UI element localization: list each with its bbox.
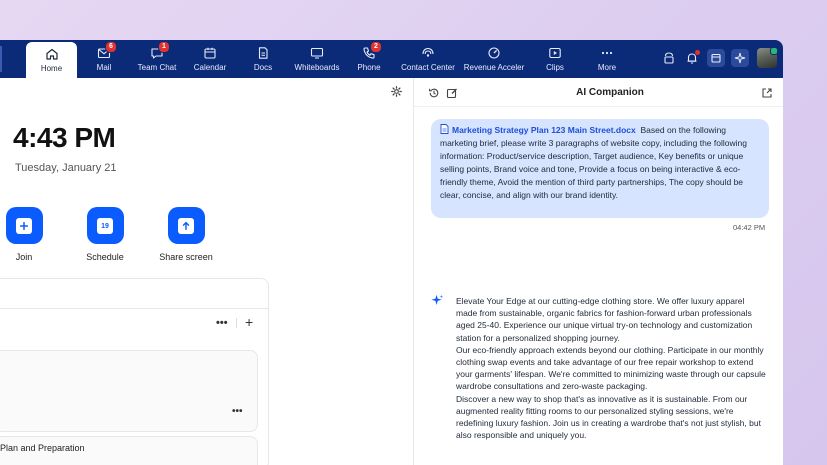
online-status-dot (770, 47, 778, 55)
gear-icon[interactable] (391, 86, 402, 97)
revenue-icon (487, 46, 501, 60)
schedule-label: Schedule (86, 252, 124, 262)
nav-left-edge (0, 46, 2, 72)
phone-badge: 2 (370, 41, 382, 53)
chat-icon: 1 (150, 41, 170, 60)
tab-more[interactable]: More (592, 40, 622, 78)
tab-label: Whiteboards (294, 63, 340, 72)
ai-companion-title: AI Companion (576, 87, 644, 98)
tab-label: Mail (96, 63, 112, 72)
tab-contact-center[interactable]: Contact Center (398, 40, 458, 78)
panel-more-button[interactable]: ••• (216, 316, 228, 330)
notification-dot (695, 50, 700, 55)
ai-panel-border (413, 78, 414, 465)
tool-separator (236, 318, 237, 328)
app-window: Home 6 Mail 1 Team Chat Calendar Docs Wh… (0, 40, 783, 465)
tab-label: Home (40, 64, 63, 73)
share-arrow-icon (178, 217, 194, 234)
tab-calendar[interactable]: Calendar (188, 40, 232, 78)
docs-icon (256, 46, 270, 60)
user-message: Marketing Strategy Plan 123 Main Street.… (440, 124, 765, 202)
panel-divider (0, 308, 268, 309)
mail-badge: 6 (105, 41, 117, 53)
apps-icon[interactable] (707, 49, 725, 67)
document-icon (440, 124, 449, 134)
reply-paragraph: Elevate Your Edge at our cutting-edge cl… (456, 296, 753, 343)
avatar[interactable] (757, 47, 778, 68)
ai-sparkle-icon (431, 294, 444, 305)
tab-docs[interactable]: Docs (246, 40, 280, 78)
ai-header-divider (414, 106, 783, 107)
tab-mail[interactable]: 6 Mail (84, 40, 124, 78)
home-icon (45, 47, 59, 61)
tab-revenue[interactable]: Revenue Acceler (462, 40, 526, 78)
history-icon[interactable] (428, 87, 440, 99)
join-label: Join (15, 252, 33, 262)
tab-label: Calendar (193, 63, 227, 72)
phone-icon: 2 (362, 41, 382, 60)
ai-sparkle-icon[interactable] (731, 49, 749, 67)
tab-label: Phone (357, 63, 381, 72)
whiteboard-icon (310, 46, 324, 60)
card-more-icon[interactable]: ••• (232, 406, 243, 417)
tab-label: Contact Center (401, 63, 455, 72)
mail-icon: 6 (97, 41, 117, 60)
device-icon[interactable] (661, 50, 677, 66)
calendar-day: 19 (101, 223, 109, 230)
chat-badge: 1 (158, 41, 170, 53)
share-screen-button[interactable] (167, 207, 205, 244)
message-timestamp: 04:42 PM (733, 223, 766, 232)
tab-label: Revenue Acceler (463, 63, 525, 72)
share-screen-action[interactable]: Share screen (146, 207, 226, 262)
tab-label: Docs (253, 63, 273, 72)
plus-icon (16, 217, 32, 234)
join-button[interactable] (5, 207, 43, 244)
meeting-card[interactable] (0, 350, 258, 432)
contact-center-icon (421, 46, 435, 60)
reply-paragraph: Discover a new way to shop that's as inn… (456, 393, 761, 441)
schedule-button[interactable]: 19 (86, 207, 124, 244)
add-button[interactable]: + (245, 314, 253, 330)
pop-out-icon[interactable] (761, 87, 773, 99)
clips-icon (548, 46, 562, 60)
tab-team-chat[interactable]: 1 Team Chat (134, 40, 180, 78)
tab-whiteboards[interactable]: Whiteboards (291, 40, 343, 78)
more-dots-icon: ••• (216, 317, 228, 329)
calendar-icon: 19 (97, 217, 113, 234)
tab-label: Team Chat (137, 63, 177, 72)
top-nav-bar: Home 6 Mail 1 Team Chat Calendar Docs Wh… (0, 40, 783, 78)
clock-time: 4:43 PM (13, 122, 116, 153)
meeting-card-title: Plan and Preparation (0, 443, 85, 453)
tab-label: Clips (546, 63, 564, 72)
calendar-icon (203, 46, 217, 60)
ai-reply: Elevate Your Edge at our cutting-edge cl… (456, 295, 766, 441)
new-chat-icon[interactable] (446, 87, 458, 99)
current-date: Tuesday, January 21 (15, 162, 117, 174)
share-screen-label: Share screen (159, 252, 213, 262)
tab-home[interactable]: Home (26, 42, 77, 78)
user-message-text: Based on the following marketing brief, … (440, 125, 747, 200)
schedule-action[interactable]: 19 Schedule (65, 207, 145, 262)
reply-paragraph: Our eco-friendly approach extends beyond… (456, 344, 766, 392)
tab-phone[interactable]: 2 Phone (354, 40, 384, 78)
join-action[interactable]: Join (0, 207, 64, 262)
tab-clips[interactable]: Clips (540, 40, 570, 78)
tab-label: More (597, 63, 617, 72)
more-icon (600, 46, 614, 60)
attachment-link[interactable]: Marketing Strategy Plan 123 Main Street.… (452, 125, 636, 135)
bell-icon[interactable] (684, 50, 700, 66)
